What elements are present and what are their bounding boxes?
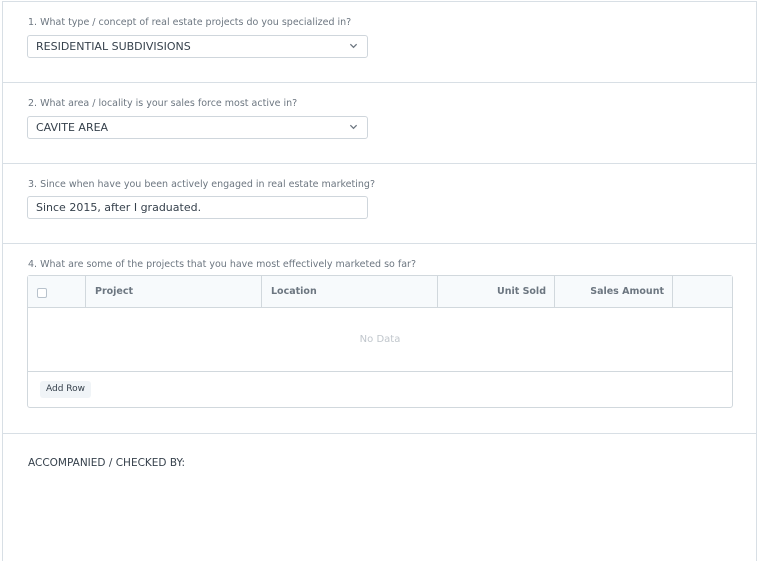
empty-state: No Data <box>28 308 732 372</box>
project-type-value: RESIDENTIAL SUBDIVISIONS <box>36 40 191 53</box>
column-actions <box>673 276 732 307</box>
chevron-down-icon <box>349 43 358 49</box>
column-unit-sold: Unit Sold <box>438 276 555 307</box>
column-location: Location <box>262 276 438 307</box>
question-1-label: 1. What type / concept of real estate pr… <box>28 17 352 28</box>
form-container: 1. What type / concept of real estate pr… <box>2 1 757 561</box>
section-area: 2. What area / locality is your sales fo… <box>3 83 756 164</box>
since-when-input[interactable]: Since 2015, after I graduated. <box>27 196 368 219</box>
column-project: Project <box>86 276 262 307</box>
checkbox-icon[interactable] <box>37 288 47 298</box>
area-select[interactable]: CAVITE AREA <box>27 116 368 139</box>
accompanied-checked-by-label: ACCOMPANIED / CHECKED BY: <box>28 457 186 469</box>
projects-table: Project Location Unit Sold Sales Amount … <box>27 275 733 408</box>
question-3-label: 3. Since when have you been actively eng… <box>28 179 375 190</box>
select-all-cell <box>28 276 86 307</box>
section-project-type: 1. What type / concept of real estate pr… <box>3 2 756 83</box>
add-row-button[interactable]: Add Row <box>40 381 92 398</box>
chevron-down-icon <box>349 124 358 130</box>
project-type-select[interactable]: RESIDENTIAL SUBDIVISIONS <box>27 35 368 58</box>
area-value: CAVITE AREA <box>36 121 109 134</box>
since-when-value: Since 2015, after I graduated. <box>36 201 202 214</box>
question-4-label: 4. What are some of the projects that yo… <box>28 259 417 270</box>
column-sales-amount: Sales Amount <box>555 276 673 307</box>
table-header: Project Location Unit Sold Sales Amount <box>28 276 732 308</box>
question-2-label: 2. What area / locality is your sales fo… <box>28 98 298 109</box>
section-since-when: 3. Since when have you been actively eng… <box>3 164 756 244</box>
